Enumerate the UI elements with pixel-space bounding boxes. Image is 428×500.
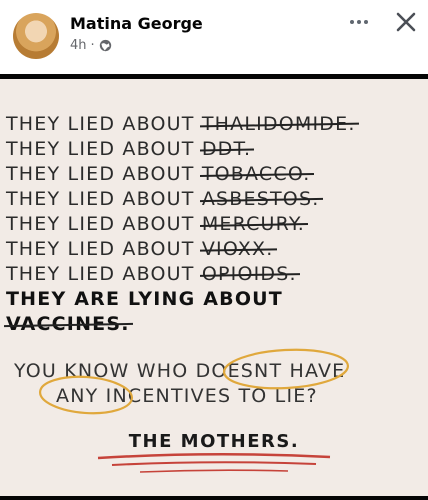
line-prefix: THEY LIED ABOUT: [6, 213, 202, 235]
vaccines-line: VACCINES.: [6, 313, 130, 335]
struck-word: MERCURY.: [201, 213, 306, 235]
lied-line: THEY LIED ABOUT DDT.: [6, 138, 251, 160]
globe-icon: [99, 39, 111, 52]
line-prefix: THEY LIED ABOUT: [6, 238, 202, 260]
struck-word: OPIOIDS.: [201, 263, 297, 285]
dot-icon: [357, 20, 361, 24]
struck-word: THALIDOMIDE.: [201, 113, 356, 135]
answer-underline: [139, 469, 289, 473]
lied-line: THEY LIED ABOUT ASBESTOS.: [6, 188, 319, 210]
answer-text: THE MOTHERS.: [128, 431, 300, 452]
line-prefix: THEY LIED ABOUT: [6, 188, 202, 210]
lied-line: THEY LIED ABOUT OPIOIDS.: [6, 263, 297, 285]
line-prefix: THEY LIED ABOUT: [6, 113, 202, 135]
struck-word: DDT.: [201, 138, 252, 160]
line-prefix: THEY LIED ABOUT: [6, 163, 202, 185]
bottom-bar: [0, 496, 428, 500]
dot-icon: [364, 20, 368, 24]
post-meta: 4h ·: [70, 38, 112, 53]
lied-line: THEY LIED ABOUT MERCURY.: [6, 213, 305, 235]
answer-underline: [111, 461, 317, 466]
dot-icon: [350, 20, 354, 24]
author-name[interactable]: Matina George: [70, 14, 203, 33]
lied-line: THEY LIED ABOUT THALIDOMIDE.: [6, 113, 356, 135]
more-options-button[interactable]: [346, 10, 372, 34]
line-prefix: THEY LIED ABOUT: [6, 138, 202, 160]
lied-line: THEY LIED ABOUT VIOXX.: [6, 238, 273, 260]
lying-line: THEY ARE LYING ABOUT: [6, 288, 283, 310]
avatar[interactable]: [13, 13, 59, 59]
struck-word: VACCINES.: [6, 313, 130, 335]
lied-line: THEY LIED ABOUT TOBACCO.: [6, 163, 310, 185]
question-line-1: YOU KNOW WHO DOESNT HAVE: [14, 360, 346, 382]
line-prefix: THEY LIED ABOUT: [6, 263, 202, 285]
struck-word: ASBESTOS.: [201, 188, 320, 210]
struck-word: VIOXX.: [201, 238, 274, 260]
question-line-2: ANY INCENTIVES TO LIE?: [56, 385, 318, 407]
post-time[interactable]: 4h: [70, 38, 87, 53]
post-header: Matina George 4h ·: [0, 0, 428, 74]
meta-separator: ·: [90, 38, 95, 53]
answer-underline: [97, 452, 331, 460]
post-image[interactable]: THEY LIED ABOUT THALIDOMIDE. THEY LIED A…: [0, 79, 428, 500]
close-icon[interactable]: [392, 8, 420, 36]
struck-word: TOBACCO.: [201, 163, 311, 185]
